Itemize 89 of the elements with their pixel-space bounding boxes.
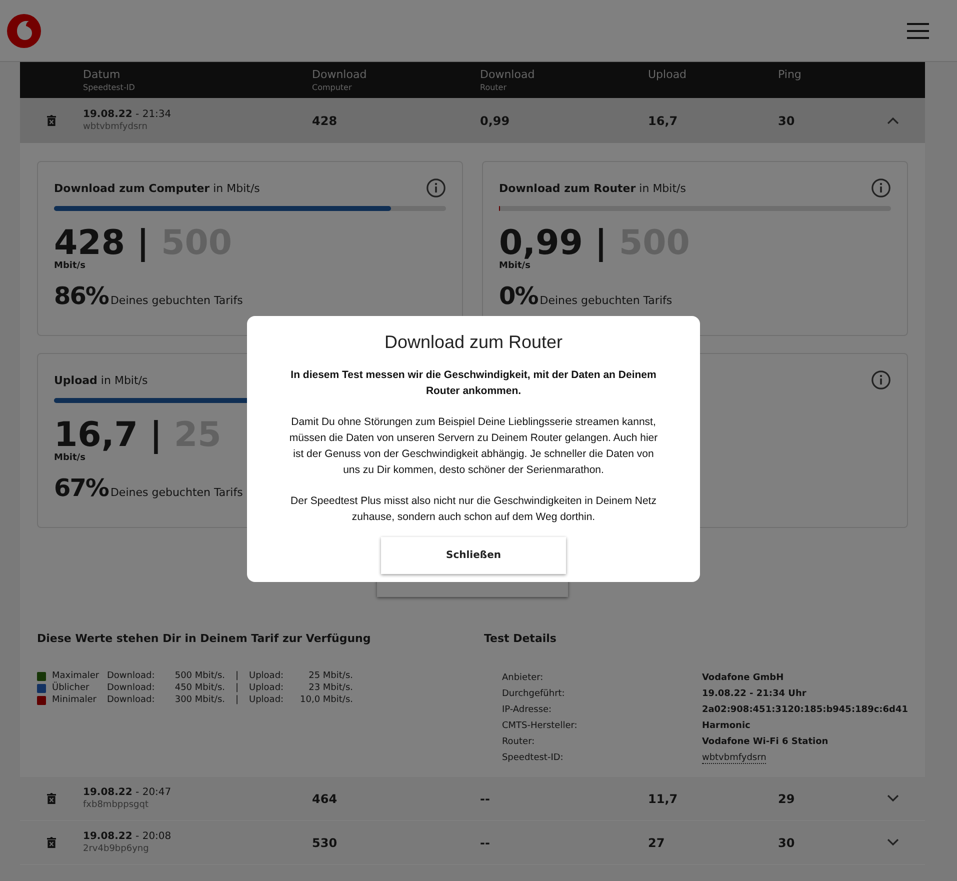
detail-value: 2a02:908:451:3120:185:b945:189c:6d41	[702, 705, 908, 715]
info-icon[interactable]	[871, 370, 891, 390]
legend-value: 500 Mbit/s.	[174, 671, 225, 681]
detail-value: Harmonic	[702, 721, 752, 731]
modal-text: Der Speedtest Plus misst also nicht nur die Geschwindigkeiten in Deinem Netz zuhause, sondern auch schon auf dem Weg dorthin.	[290, 494, 658, 525]
table-row[interactable]: 19.08.22 - 21:34 wbtvbmfydsrn 428 0,99 16,7 30	[20, 98, 925, 144]
legend-label: Upload:	[249, 671, 285, 681]
legend-label: Upload:	[249, 683, 285, 693]
speedtest-id: fxb8mbppsgqt	[83, 799, 150, 811]
table-cell-text: 11,7	[648, 792, 679, 806]
legend-separator: |	[234, 695, 240, 705]
table-cell-text: 16,7	[648, 114, 679, 128]
percent-value: 0%	[499, 282, 538, 310]
detail-label: Anbieter:	[502, 673, 544, 683]
modal-title: Download zum Router	[384, 332, 563, 353]
table-cell-text: 30	[778, 114, 796, 128]
detail-value: Vodafone GmbH	[702, 673, 785, 683]
date-text: 19.08.22 - 20:47	[83, 786, 172, 799]
legend-label: Download:	[107, 695, 156, 705]
unit-label: Mbit/s	[54, 261, 86, 272]
column-subheader: Speedtest-ID	[83, 82, 136, 92]
chevron-down-icon[interactable]	[887, 839, 899, 846]
legend-label: Üblicher	[52, 683, 90, 693]
detail-value: Vodafone Wi-Fi 6 Station	[702, 737, 830, 747]
table-row[interactable]: 19.08.22 - 20:08 2rv4b9bp6yng 530 -- 27 30	[20, 821, 925, 865]
table-row[interactable]: 19.08.22 - 20:47 fxb8mbppsgqt 464 -- 11,7 29	[20, 777, 925, 821]
legend-label: Upload:	[249, 695, 285, 705]
section-title: Test Details	[484, 632, 558, 645]
table-cell-text: --	[480, 792, 491, 806]
trash-icon[interactable]	[47, 115, 56, 126]
trash-icon[interactable]	[47, 837, 56, 848]
detail-value: 19.08.22 - 21:34 Uhr	[702, 689, 808, 699]
chevron-down-icon[interactable]	[887, 795, 899, 802]
table-cell-text: --	[480, 836, 491, 850]
detail-label: IP-Adresse:	[502, 705, 553, 715]
date-text: 19.08.22 - 21:34	[83, 108, 172, 121]
detail-label: Speedtest-ID:	[502, 753, 564, 764]
info-icon[interactable]	[426, 178, 446, 198]
chevron-up-icon[interactable]	[887, 117, 899, 124]
legend-value: 25 Mbit/s.	[308, 671, 353, 681]
column-subheader: Router	[480, 82, 508, 92]
column-subheader: Computer	[312, 82, 353, 92]
legend-value: 23 Mbit/s.	[308, 683, 353, 693]
card-title: Download zum Computer in Mbit/s	[54, 182, 260, 194]
menu-icon[interactable]	[907, 22, 929, 40]
table-cell-text: 0,99	[480, 114, 511, 128]
card-title: Upload in Mbit/s	[54, 374, 148, 386]
table-cell-text: 530	[312, 836, 338, 850]
info-icon[interactable]	[871, 178, 891, 198]
legend-separator: |	[234, 671, 240, 681]
close-button[interactable]: Schließen	[381, 537, 566, 574]
unit-label: Mbit/s	[54, 453, 86, 464]
speedtest-id: 2rv4b9bp6yng	[83, 843, 150, 855]
column-header: Ping	[778, 68, 802, 82]
legend-label: Minimaler	[52, 695, 98, 705]
detail-link[interactable]: wbtvbmfydsrn	[702, 753, 766, 764]
trash-icon[interactable]	[47, 793, 56, 804]
percent-label: Deines gebuchten Tarifs	[540, 294, 672, 307]
column-header: Upload	[648, 68, 688, 82]
legend-label: Maximaler	[52, 671, 100, 681]
card-title: Download zum Router in Mbit/s	[499, 182, 686, 194]
legend-value: 450 Mbit/s.	[174, 683, 225, 693]
date-text: 19.08.22 - 20:08	[83, 830, 172, 843]
legend-separator: |	[234, 683, 240, 693]
table-cell-text: 30	[778, 836, 796, 850]
detail-label: CMTS-Hersteller:	[502, 721, 578, 731]
table-cell-text: 428	[312, 114, 338, 128]
column-header: Datum	[83, 68, 122, 82]
legend-value: 300 Mbit/s.	[174, 695, 225, 705]
column-header: Download	[480, 68, 536, 82]
table-cell-text: 464	[312, 792, 338, 806]
legend-value: 10,0 Mbit/s.	[299, 695, 353, 705]
table-cell-text: 27	[648, 836, 666, 850]
speedtest-id: wbtvbmfydsrn	[83, 121, 148, 133]
modal-intro: In diesem Test messen wir die Geschwindigkeit, mit der Daten an Deinem Router ankommen.	[290, 368, 658, 399]
logo-icon[interactable]	[6, 12, 42, 48]
table-cell-text: 29	[778, 792, 796, 806]
section-title: Diese Werte stehen Dir in Deinem Tarif zur Verfügung	[37, 632, 372, 645]
percent-label: Deines gebuchten Tarifs	[110, 486, 243, 499]
legend-label: Download:	[107, 671, 156, 681]
legend-label: Download:	[107, 683, 156, 693]
percent-value: 67%	[54, 474, 108, 502]
percent-value: 86%	[54, 282, 108, 310]
percent-label: Deines gebuchten Tarifs	[110, 294, 243, 307]
column-header: Download	[312, 68, 368, 82]
detail-label: Durchgeführt:	[502, 689, 566, 699]
detail-label: Router:	[502, 737, 536, 747]
unit-label: Mbit/s	[499, 261, 530, 272]
modal-text: Damit Du ohne Störungen zum Beispiel Deine Lieblingsserie streamen kannst, müssen die Daten von unseren Servern zu Deinem Router gelangen. Auch hier ist der Genuss von der Geschwindigkeit abhängig. Je schneller die Daten von uns zu Dir kommen, desto schöner der Serienmarathon.	[288, 415, 659, 478]
